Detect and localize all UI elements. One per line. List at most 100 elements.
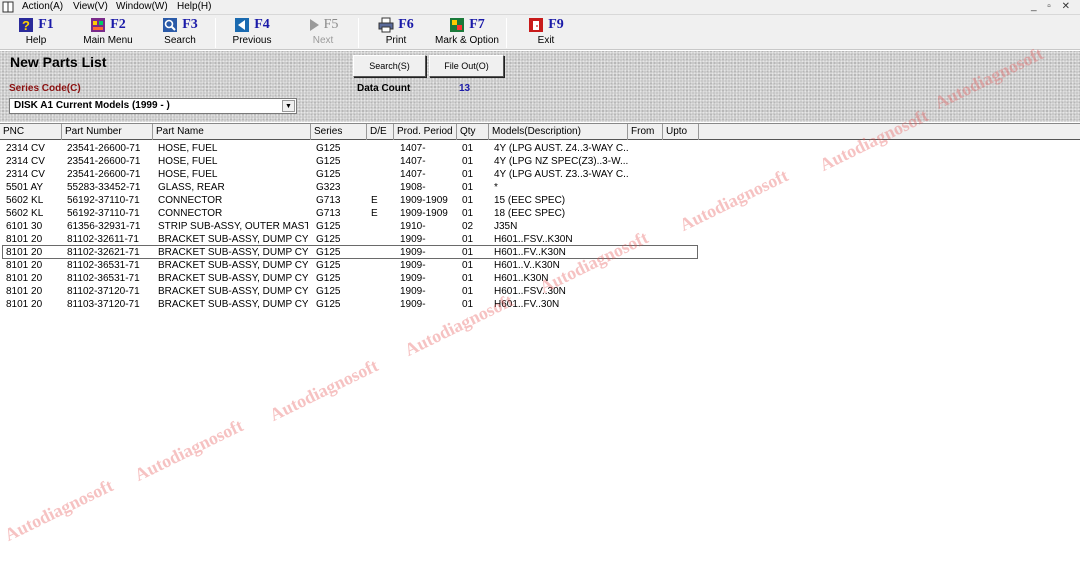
main-menu-button[interactable]: F2 Main Menu bbox=[78, 17, 138, 49]
next-button[interactable]: F5 Next bbox=[296, 17, 350, 49]
table-row[interactable]: 5501 AY 55283-33452-71 GLASS, REAR G323 … bbox=[0, 181, 1080, 194]
mark-option-icon bbox=[450, 18, 465, 32]
file-out-button[interactable]: File Out(O) bbox=[429, 55, 504, 77]
cell-part-name: BRACKET SUB-ASSY, DUMP CY... bbox=[158, 260, 308, 271]
cell-qty: 01 bbox=[462, 286, 474, 297]
cell-models: J35N bbox=[494, 221, 518, 232]
table-row[interactable]: 8101 20 81102-37120-71 BRACKET SUB-ASSY,… bbox=[0, 285, 1080, 298]
search-toolbar-button[interactable]: F3 Search bbox=[152, 17, 208, 49]
col-header-series[interactable]: Series bbox=[311, 124, 367, 140]
cell-qty: 01 bbox=[462, 299, 474, 310]
search-button[interactable]: Search(S) bbox=[353, 55, 426, 77]
page-title: New Parts List bbox=[10, 54, 107, 70]
cell-models: H601..K30N bbox=[494, 273, 549, 284]
cell-pnc: 5602 KL bbox=[6, 195, 44, 206]
mark-option-button[interactable]: F7 Mark & Option bbox=[434, 17, 500, 49]
previous-button[interactable]: F4 Previous bbox=[224, 17, 280, 49]
cell-pnc: 2314 CV bbox=[6, 143, 45, 154]
cell-series: G323 bbox=[316, 182, 341, 193]
table-row-selected[interactable]: 8101 20 81102-32621-71 BRACKET SUB-ASSY,… bbox=[0, 245, 1080, 259]
cell-prod-period: 1909- bbox=[400, 247, 426, 258]
cell-part-name: HOSE, FUEL bbox=[158, 169, 218, 180]
menu-view[interactable]: View(V) bbox=[73, 1, 108, 12]
series-code-select[interactable]: DISK A1 Current Models (1999 - ) ▼ bbox=[9, 98, 297, 114]
col-header-upto[interactable]: Upto bbox=[663, 124, 699, 140]
col-header-models[interactable]: Models(Description) bbox=[489, 124, 628, 140]
cell-prod-period: 1909- bbox=[400, 273, 426, 284]
window-controls[interactable]: _ ▫ ✕ bbox=[1031, 1, 1074, 12]
table-row[interactable]: 8101 20 81103-37120-71 BRACKET SUB-ASSY,… bbox=[0, 298, 1080, 311]
col-header-from[interactable]: From bbox=[628, 124, 663, 140]
function-toolbar: ? F1 Help F2 Main Menu F3 Search F4 Prev… bbox=[0, 15, 1080, 50]
next-icon bbox=[309, 19, 319, 31]
data-count-value: 13 bbox=[459, 83, 471, 94]
cell-qty: 01 bbox=[462, 143, 474, 154]
table-row[interactable]: 2314 CV 23541-26600-71 HOSE, FUEL G125 1… bbox=[0, 142, 1080, 155]
table-row[interactable]: 8101 20 81102-36531-71 BRACKET SUB-ASSY,… bbox=[0, 272, 1080, 285]
table-row[interactable]: 6101 30 61356-32931-71 STRIP SUB-ASSY, O… bbox=[0, 220, 1080, 233]
table-row[interactable]: 5602 KL 56192-37110-71 CONNECTOR G713 E … bbox=[0, 194, 1080, 207]
next-label: Next bbox=[312, 35, 334, 46]
col-header-pnc[interactable]: PNC bbox=[0, 124, 62, 140]
cell-pnc: 6101 30 bbox=[6, 221, 43, 232]
help-button[interactable]: ? F1 Help bbox=[8, 17, 64, 49]
cell-series: G125 bbox=[316, 143, 341, 154]
cell-series: G125 bbox=[316, 247, 341, 258]
help-label: Help bbox=[25, 35, 47, 46]
table-header: PNC Part Number Part Name Series D/E Pro… bbox=[0, 124, 1080, 140]
cell-part-number: 81103-37120-71 bbox=[67, 299, 140, 310]
cell-series: G125 bbox=[316, 286, 341, 297]
cell-part-name: STRIP SUB-ASSY, OUTER MAST bbox=[158, 221, 308, 232]
table-row[interactable]: 8101 20 81102-36531-71 BRACKET SUB-ASSY,… bbox=[0, 259, 1080, 272]
previous-key: F4 bbox=[254, 17, 270, 32]
main-menu-label: Main Menu bbox=[83, 35, 133, 46]
next-key: F5 bbox=[323, 17, 339, 32]
col-header-part-number[interactable]: Part Number bbox=[62, 124, 153, 140]
cell-part-number: 81102-36531-71 bbox=[67, 273, 140, 284]
cell-part-name: GLASS, REAR bbox=[158, 182, 225, 193]
cell-part-name: BRACKET SUB-ASSY, DUMP CY... bbox=[158, 273, 308, 284]
menu-action[interactable]: Action(A) bbox=[22, 1, 63, 12]
search-key: F3 bbox=[182, 17, 198, 32]
cell-qty: 01 bbox=[462, 182, 474, 193]
cell-part-name: HOSE, FUEL bbox=[158, 143, 218, 154]
toolbar-separator bbox=[358, 18, 359, 48]
cell-qty: 02 bbox=[462, 221, 474, 232]
help-key: F1 bbox=[38, 17, 54, 32]
print-button[interactable]: F6 Print bbox=[368, 17, 424, 49]
cell-prod-period: 1909-1909 bbox=[400, 195, 448, 206]
col-header-qty[interactable]: Qty bbox=[457, 124, 489, 140]
cell-prod-period: 1407- bbox=[400, 143, 426, 154]
cell-part-number: 56192-37110-71 bbox=[67, 195, 140, 206]
mark-option-key: F7 bbox=[469, 17, 485, 32]
cell-pnc: 8101 20 bbox=[6, 260, 43, 271]
exit-button[interactable]: F9 Exit bbox=[516, 17, 576, 49]
chevron-down-icon[interactable]: ▼ bbox=[282, 100, 295, 112]
cell-de: E bbox=[371, 195, 378, 206]
col-header-de[interactable]: D/E bbox=[367, 124, 394, 140]
cell-series: G125 bbox=[316, 273, 341, 284]
data-count-label: Data Count bbox=[357, 83, 411, 94]
cell-models: 15 (EEC SPEC) bbox=[494, 195, 566, 206]
cell-part-number: 61356-32931-71 bbox=[67, 221, 141, 232]
series-code-label: Series Code(C) bbox=[9, 83, 81, 94]
cell-pnc: 5501 AY bbox=[6, 182, 44, 193]
previous-icon bbox=[235, 18, 250, 32]
cell-models: 4Y (LPG NZ SPEC(Z3)..3-W... bbox=[494, 156, 628, 167]
cell-pnc: 8101 20 bbox=[6, 286, 43, 297]
exit-key: F9 bbox=[548, 17, 564, 32]
cell-models: * bbox=[494, 182, 498, 193]
col-header-part-name[interactable]: Part Name bbox=[153, 124, 311, 140]
table-row[interactable]: 2314 CV 23541-26600-71 HOSE, FUEL G125 1… bbox=[0, 155, 1080, 168]
menu-help[interactable]: Help(H) bbox=[177, 1, 211, 12]
col-header-prod-period[interactable]: Prod. Period bbox=[394, 124, 457, 140]
table-row[interactable]: 5602 KL 56192-37110-71 CONNECTOR G713 E … bbox=[0, 207, 1080, 220]
menu-window[interactable]: Window(W) bbox=[116, 1, 168, 12]
table-row[interactable]: 2314 CV 23541-26600-71 HOSE, FUEL G125 1… bbox=[0, 168, 1080, 181]
cell-series: G713 bbox=[316, 208, 341, 219]
series-code-value: DISK A1 Current Models (1999 - ) bbox=[14, 100, 170, 111]
cell-part-number: 55283-33452-71 bbox=[67, 182, 141, 193]
list-header-panel: New Parts List Search(S) File Out(O) Ser… bbox=[0, 51, 1080, 122]
menu-bar: Action(A) View(V) Window(W) Help(H) _ ▫ … bbox=[0, 0, 1080, 15]
parts-table: PNC Part Number Part Name Series D/E Pro… bbox=[0, 123, 1080, 571]
